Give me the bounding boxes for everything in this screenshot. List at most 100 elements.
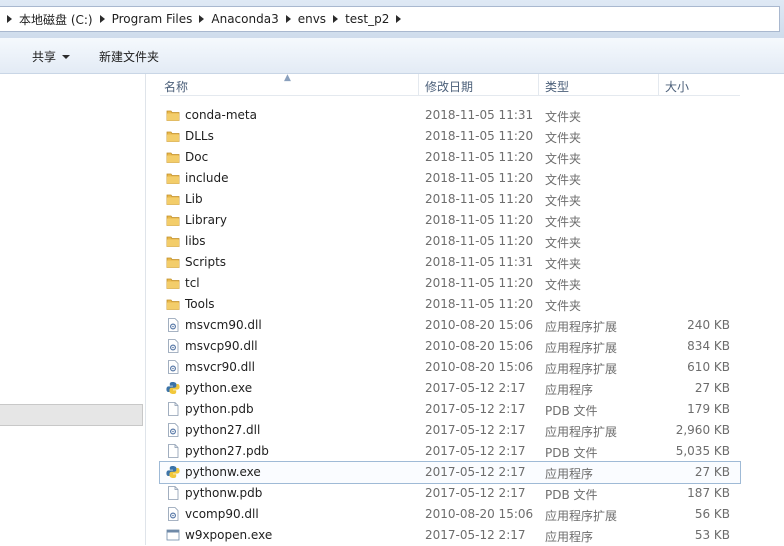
navigation-pane[interactable]: [0, 74, 146, 545]
folder-row[interactable]: include 2018-11-05 11:20 文件夹: [160, 168, 740, 189]
file-name: pythonw.exe: [185, 465, 261, 479]
dll-icon: [166, 360, 180, 374]
column-header-size[interactable]: 大小: [665, 78, 689, 95]
file-date: 2018-11-05 11:20: [425, 213, 534, 227]
folder-row[interactable]: conda-meta 2018-11-05 11:31 文件夹: [160, 105, 740, 126]
folder-icon: [166, 192, 180, 206]
file-name: Library: [185, 213, 227, 227]
chevron-right-icon[interactable]: [7, 15, 12, 23]
folder-icon: [166, 297, 180, 311]
file-type: 文件夹: [545, 236, 582, 250]
folder-row[interactable]: Lib 2018-11-05 11:20 文件夹: [160, 189, 740, 210]
file-name: msvcm90.dll: [185, 318, 262, 332]
file-name: Tools: [185, 297, 215, 311]
file-size: 610 KB: [687, 360, 730, 374]
file-type: PDB 文件: [545, 404, 598, 418]
file-name: conda-meta: [185, 108, 257, 122]
chevron-right-icon[interactable]: [285, 15, 291, 23]
file-date: 2017-05-12 2:17: [425, 381, 526, 395]
file-row[interactable]: msvcr90.dll 2010-08-20 15:06 应用程序扩展 610 KB: [160, 357, 740, 378]
address-bar[interactable]: 本地磁盘 (C:) Program Files Anaconda3 envs t…: [0, 6, 780, 32]
folder-row[interactable]: tcl 2018-11-05 11:20 文件夹: [160, 273, 740, 294]
share-button[interactable]: 共享: [32, 48, 71, 65]
file-date: 2017-05-12 2:17: [425, 465, 526, 479]
file-row[interactable]: w9xpopen.exe 2017-05-12 2:17 应用程序 53 KB: [160, 525, 740, 546]
file-row[interactable]: python.exe 2017-05-12 2:17 应用程序 27 KB: [160, 378, 740, 399]
chevron-right-icon[interactable]: [199, 15, 205, 23]
column-header-name[interactable]: 名称: [164, 78, 188, 95]
dll-icon: [166, 507, 180, 521]
file-name: w9xpopen.exe: [185, 528, 273, 542]
file-size: 5,035 KB: [675, 444, 730, 458]
chevron-right-icon[interactable]: [333, 15, 339, 23]
file-date: 2018-11-05 11:20: [425, 276, 534, 290]
file-date: 2018-11-05 11:20: [425, 150, 534, 164]
file-name: DLLs: [185, 129, 214, 143]
breadcrumb-drive[interactable]: 本地磁盘 (C:): [19, 11, 93, 28]
file-name: Doc: [185, 150, 209, 164]
file-size: 27 KB: [694, 381, 730, 395]
folder-icon: [166, 276, 180, 290]
file-name: pythonw.pdb: [185, 486, 263, 500]
file-date: 2018-11-05 11:31: [425, 108, 534, 122]
file-row[interactable]: pythonw.pdb 2017-05-12 2:17 PDB 文件 187 KB: [160, 483, 740, 504]
file-type: 文件夹: [545, 152, 582, 166]
folder-icon: [166, 171, 180, 185]
chevron-right-icon[interactable]: [396, 15, 402, 23]
file-type: 应用程序扩展: [545, 425, 618, 439]
file-date: 2018-11-05 11:20: [425, 297, 534, 311]
new-folder-button[interactable]: 新建文件夹: [99, 48, 159, 65]
file-size: 27 KB: [694, 465, 730, 479]
python-icon: [166, 381, 180, 395]
column-header-date[interactable]: 修改日期: [425, 78, 473, 95]
column-divider[interactable]: [538, 74, 539, 96]
file-date: 2018-11-05 11:20: [425, 234, 534, 248]
file-row[interactable]: python.pdb 2017-05-12 2:17 PDB 文件 179 KB: [160, 399, 740, 420]
file-name: python.pdb: [185, 402, 254, 416]
nav-selected-item[interactable]: [0, 404, 143, 426]
file-row[interactable]: python27.pdb 2017-05-12 2:17 PDB 文件 5,035 K…: [160, 441, 740, 462]
file-type: 应用程序扩展: [545, 320, 618, 334]
file-date: 2017-05-12 2:17: [425, 423, 526, 437]
file-icon: [166, 486, 180, 500]
folder-row[interactable]: Library 2018-11-05 11:20 文件夹: [160, 210, 740, 231]
new-folder-label: 新建文件夹: [99, 50, 160, 64]
folder-row[interactable]: Scripts 2018-11-05 11:31 文件夹: [160, 252, 740, 273]
folder-row[interactable]: DLLs 2018-11-05 11:20 文件夹: [160, 126, 740, 147]
file-size: 834 KB: [687, 339, 730, 353]
file-row[interactable]: python27.dll 2017-05-12 2:17 应用程序扩展 2,960 K…: [160, 420, 740, 441]
breadcrumb-anaconda3[interactable]: Anaconda3: [211, 12, 278, 26]
file-row[interactable]: msvcp90.dll 2010-08-20 15:06 应用程序扩展 834 KB: [160, 336, 740, 357]
folder-row[interactable]: Tools 2018-11-05 11:20 文件夹: [160, 294, 740, 315]
breadcrumb-test-p2[interactable]: test_p2: [345, 12, 389, 26]
file-name: python27.pdb: [185, 444, 269, 458]
exe-icon: [166, 528, 180, 542]
file-row[interactable]: msvcm90.dll 2010-08-20 15:06 应用程序扩展 240 KB: [160, 315, 740, 336]
file-type: PDB 文件: [545, 446, 598, 460]
breadcrumb-program-files[interactable]: Program Files: [112, 12, 193, 26]
column-divider[interactable]: [658, 74, 659, 96]
file-date: 2017-05-12 2:17: [425, 528, 526, 542]
file-name: tcl: [185, 276, 200, 290]
address-bar-region: 本地磁盘 (C:) Program Files Anaconda3 envs t…: [0, 0, 784, 38]
file-icon: [166, 444, 180, 458]
folder-row[interactable]: Doc 2018-11-05 11:20 文件夹: [160, 147, 740, 168]
breadcrumb-envs[interactable]: envs: [298, 12, 326, 26]
folder-icon: [166, 234, 180, 248]
file-type: 应用程序扩展: [545, 362, 618, 376]
file-name: Scripts: [185, 255, 227, 269]
file-row[interactable]: vcomp90.dll 2010-08-20 15:06 应用程序扩展 56 KB: [160, 504, 740, 525]
file-type: PDB 文件: [545, 488, 598, 502]
file-date: 2010-08-20 15:06: [425, 507, 534, 521]
folder-row[interactable]: libs 2018-11-05 11:20 文件夹: [160, 231, 740, 252]
file-row[interactable]: pythonw.exe 2017-05-12 2:17 应用程序 27 KB: [159, 461, 741, 484]
chevron-right-icon[interactable]: [99, 15, 105, 23]
file-date: 2018-11-05 11:20: [425, 171, 534, 185]
column-divider[interactable]: [418, 74, 419, 96]
file-date: 2018-11-05 11:31: [425, 255, 534, 269]
column-header-type[interactable]: 类型: [545, 78, 569, 95]
file-name: Lib: [185, 192, 203, 206]
folder-icon: [166, 150, 180, 164]
dll-icon: [166, 339, 180, 353]
file-name: include: [185, 171, 229, 185]
